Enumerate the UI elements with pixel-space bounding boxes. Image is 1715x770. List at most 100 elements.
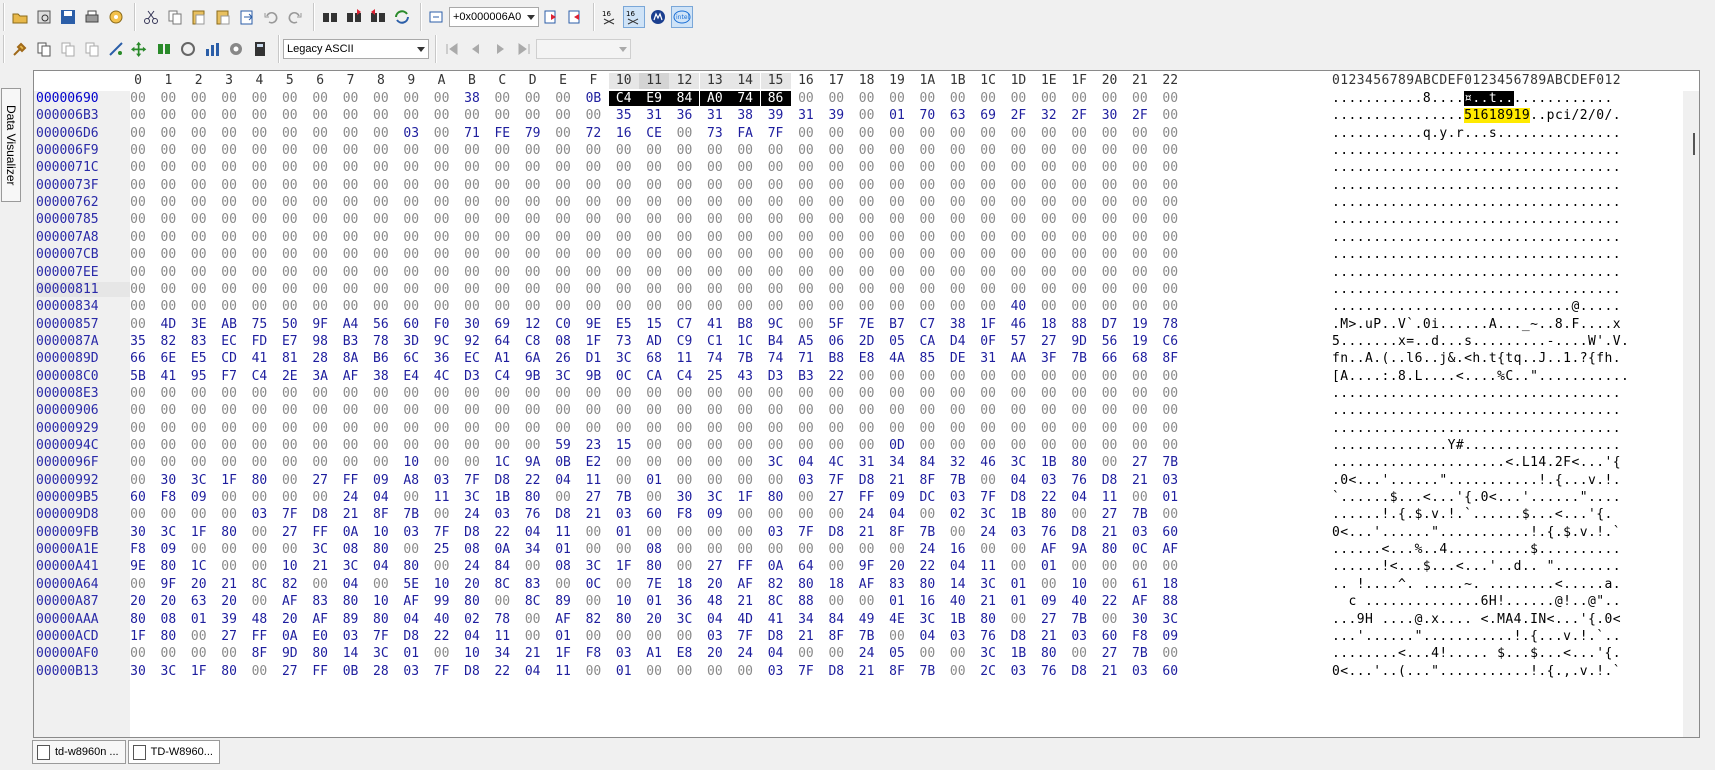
hex-byte[interactable]: 00 [184,542,214,557]
hex-byte[interactable]: 63 [943,108,973,123]
hex-byte[interactable]: F8 [1125,629,1155,644]
hex-byte[interactable]: 00 [487,212,517,227]
hex-byte[interactable]: E2 [578,455,608,470]
hex-byte[interactable]: 60 [1155,525,1185,540]
hex-byte[interactable]: 00 [852,403,882,418]
hex-byte[interactable]: 00 [1003,212,1033,227]
hex-byte[interactable]: FF [852,490,882,505]
hex-byte[interactable]: 00 [1095,230,1125,245]
hex-byte[interactable]: D7 [1095,317,1125,332]
hex-byte[interactable]: 00 [275,265,305,280]
hex-byte[interactable]: C0 [548,317,578,332]
row-offset[interactable]: 000008C0 [36,369,130,384]
hex-byte[interactable]: 00 [244,143,274,158]
hex-byte[interactable]: 34 [882,455,912,470]
hex-byte[interactable]: AF [396,594,426,609]
hex-byte[interactable]: 00 [973,247,1003,262]
hex-byte[interactable]: 00 [366,299,396,314]
hex-byte[interactable]: 00 [487,178,517,193]
hex-byte[interactable]: 00 [639,664,669,679]
hex-byte[interactable]: 80 [214,664,244,679]
hex-byte[interactable]: 00 [1155,282,1185,297]
hex-byte[interactable]: 00 [609,421,639,436]
hex-byte[interactable]: 24 [457,559,487,574]
hex-byte[interactable]: 8C [487,577,517,592]
hex-byte[interactable]: 00 [821,438,851,453]
hex-byte[interactable]: 00 [578,143,608,158]
hex-byte[interactable]: 00 [184,438,214,453]
hex-byte[interactable]: 84 [487,559,517,574]
hex-byte[interactable]: 10 [366,594,396,609]
hex-byte[interactable]: 00 [487,438,517,453]
hex-byte[interactable]: 00 [761,160,791,175]
ascii-text[interactable]: ................................... [1332,230,1621,245]
hex-byte[interactable]: 00 [427,646,457,661]
hex-byte[interactable]: 20 [700,646,730,661]
hex-byte[interactable]: 9D [275,646,305,661]
hex-byte[interactable]: 00 [912,195,942,210]
hex-byte[interactable]: 04 [548,473,578,488]
hex-byte[interactable]: D8 [1095,473,1125,488]
hex-byte[interactable]: 00 [366,178,396,193]
hex-byte[interactable]: 00 [457,160,487,175]
hex-byte[interactable]: FF [244,629,274,644]
hex-byte[interactable]: 7F [821,473,851,488]
hex-byte[interactable]: 21 [1095,664,1125,679]
hex-byte[interactable]: C7 [669,317,699,332]
hex-byte[interactable]: 00 [973,212,1003,227]
hex-byte[interactable]: 00 [153,212,183,227]
hex-byte[interactable]: F7 [214,369,244,384]
hex-byte[interactable]: 00 [244,126,274,141]
ascii-text[interactable]: ................................... [1332,265,1621,280]
goto-forward-icon[interactable] [564,6,586,28]
hex-byte[interactable]: 00 [1003,403,1033,418]
hex-byte[interactable]: CE [639,126,669,141]
hex-byte[interactable]: 00 [184,126,214,141]
hex-byte[interactable]: 00 [761,299,791,314]
hex-byte[interactable]: 00 [366,160,396,175]
hex-byte[interactable]: 89 [548,594,578,609]
hex-byte[interactable]: 00 [214,507,244,522]
hex-byte[interactable]: 00 [153,247,183,262]
hex-byte[interactable]: 00 [244,403,274,418]
hex-byte[interactable]: 01 [548,542,578,557]
hex-byte[interactable]: 7B [1155,455,1185,470]
hex-byte[interactable]: 00 [275,473,305,488]
hex-byte[interactable]: 00 [578,212,608,227]
next-icon[interactable] [489,38,511,60]
hex-byte[interactable]: AF [852,577,882,592]
hex-byte[interactable]: 00 [366,195,396,210]
hex-byte[interactable]: 00 [214,438,244,453]
hex-byte[interactable]: 00 [305,577,335,592]
hex-byte[interactable]: 00 [1095,299,1125,314]
hex-byte[interactable]: 9F [305,317,335,332]
hex-byte[interactable]: 00 [1064,178,1094,193]
ascii-text[interactable]: ...9H ....@.x.... <.MA4.IN<...'{.0< [1332,612,1621,627]
hex-byte[interactable]: 00 [244,421,274,436]
options-icon[interactable] [225,38,247,60]
hex-byte[interactable]: 24 [973,525,1003,540]
ascii-text[interactable]: ................................... [1332,282,1621,297]
hex-byte[interactable]: 00 [852,143,882,158]
hex-byte[interactable]: 00 [457,421,487,436]
ascii-text[interactable]: ................................... [1332,421,1621,436]
hex-byte[interactable]: 03 [1003,525,1033,540]
hex-byte[interactable]: 00 [548,421,578,436]
hex-byte[interactable]: 00 [882,247,912,262]
hex-byte[interactable]: 00 [457,178,487,193]
hex-byte[interactable]: 00 [1034,126,1064,141]
hex-byte[interactable]: 00 [578,247,608,262]
hex-byte[interactable]: 21 [1125,473,1155,488]
hex-byte[interactable]: 00 [1155,160,1185,175]
hex-byte[interactable]: 32 [943,455,973,470]
hex-byte[interactable]: 00 [305,91,335,106]
hex-byte[interactable]: 00 [973,386,1003,401]
hex-byte[interactable]: 00 [821,143,851,158]
hex-byte[interactable]: 30 [123,664,153,679]
hex-byte[interactable]: 00 [669,178,699,193]
hex-byte[interactable]: 7B [396,507,426,522]
hex-byte[interactable]: 20 [639,612,669,627]
hex-byte[interactable]: 25 [427,542,457,557]
hex-byte[interactable]: 00 [123,646,153,661]
hex-byte[interactable]: 80 [396,559,426,574]
